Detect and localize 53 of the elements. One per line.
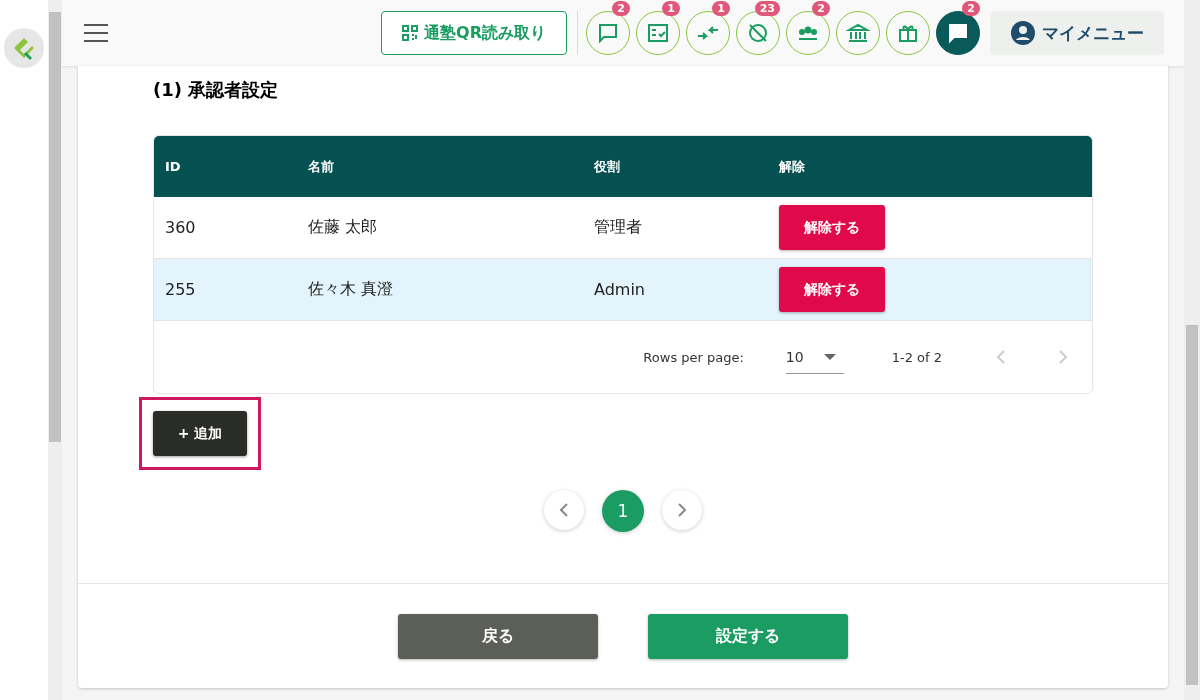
previous-page-button[interactable] — [544, 490, 584, 530]
count-badge: 2 — [812, 1, 830, 16]
table-cell-text: 255 — [164, 280, 197, 299]
page-range: 1-2 of 2 — [891, 349, 942, 365]
table-cell-text: 佐藤 太郎 — [308, 217, 379, 238]
blocked-icon — [746, 21, 770, 45]
table-row[interactable]: 255 佐々木 真澄 Admin 解除する — [154, 259, 1092, 321]
column-header: 解除 — [779, 157, 805, 176]
remove-button[interactable]: 解除する — [779, 205, 885, 250]
table-cell-text: 佐々木 真澄 — [308, 279, 395, 300]
remove-button[interactable]: 解除する — [779, 267, 885, 312]
rows-per-page-label: Rows per page: — [643, 349, 744, 365]
count-badge: 1 — [712, 1, 730, 16]
menu-icon[interactable] — [84, 24, 108, 42]
column-header: 名前 — [308, 157, 335, 176]
chat-icon — [946, 21, 970, 45]
user-icon — [1010, 20, 1036, 46]
checklist-icon-button[interactable] — [636, 11, 680, 55]
chat-icon-button[interactable] — [936, 11, 980, 55]
scrollbar[interactable] — [48, 0, 62, 700]
scrollbar[interactable] — [1184, 0, 1200, 700]
chat-icon-button[interactable] — [586, 11, 630, 55]
logo-icon — [4, 28, 44, 68]
blocked-icon-button[interactable] — [736, 11, 780, 55]
group-icon-button[interactable] — [786, 11, 830, 55]
checklist-icon — [646, 21, 670, 45]
next-page-button[interactable] — [662, 490, 702, 530]
bank-icon — [846, 21, 870, 45]
table-cell-text: Admin — [594, 280, 646, 299]
my-menu-button[interactable]: マイメニュー — [990, 11, 1164, 55]
qr-code-icon — [402, 25, 419, 41]
gift-icon-button[interactable] — [886, 11, 930, 55]
add-button[interactable]: + 追加 — [153, 411, 247, 456]
count-badge: 23 — [754, 1, 780, 16]
back-button[interactable]: 戻る — [398, 613, 598, 659]
arrows-icon-button[interactable] — [686, 11, 730, 55]
chat-icon — [596, 21, 620, 45]
rows-per-page-select[interactable]: 10 — [785, 340, 844, 374]
table-cell-text: 管理者 — [594, 217, 643, 238]
submit-button[interactable]: 設定する — [648, 613, 848, 659]
qr-scan-button[interactable]: 通塾QR読み取り — [381, 11, 567, 55]
count-badge: 2 — [612, 1, 630, 16]
column-header: 役割 — [594, 157, 621, 176]
column-header: ID — [164, 159, 182, 174]
section-title: (1) 承認者設定 — [153, 78, 280, 102]
page-button[interactable]: 1 — [602, 490, 644, 532]
dropdown-caret-icon — [823, 353, 836, 360]
chevron-right-icon — [677, 502, 687, 518]
count-badge: 1 — [662, 1, 680, 16]
count-badge: 2 — [962, 1, 980, 16]
bank-icon-button[interactable] — [836, 11, 880, 55]
table-cell-text: 360 — [164, 218, 197, 237]
chevron-left-icon — [559, 502, 569, 518]
